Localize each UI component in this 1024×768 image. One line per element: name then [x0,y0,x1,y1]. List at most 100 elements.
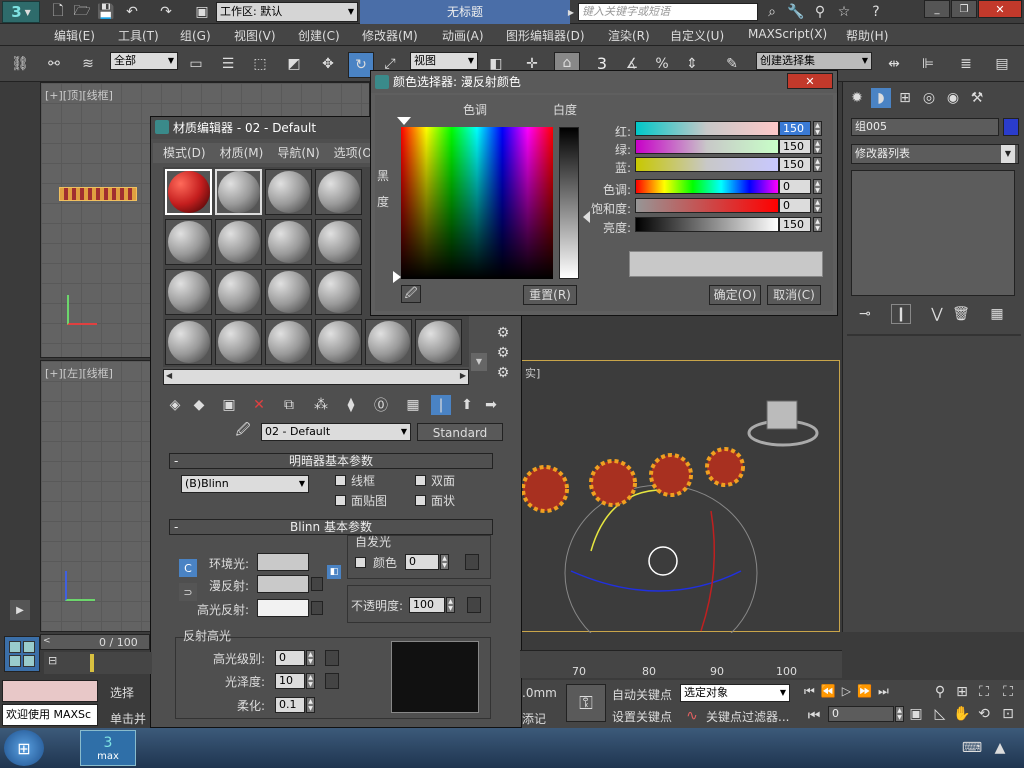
value-slider[interactable] [635,217,779,232]
diffuse-map-button[interactable] [311,577,323,591]
track-bar[interactable]: ⊟ [44,652,152,674]
frame-spinner[interactable]: ▲ ▼ [895,706,904,722]
menu-views[interactable]: 视图(V) [234,27,298,44]
zoom-extents-icon[interactable]: ⛶ [974,682,994,702]
restore-button[interactable]: ❐ [951,0,977,18]
lock-diffuse-button[interactable]: ⊃ [179,583,197,601]
menu-customize[interactable]: 自定义(U) [670,27,748,44]
ref-coord-dropdown[interactable]: 视图 ▼ [410,52,478,70]
red-slider[interactable] [635,121,779,136]
scroll-left-icon[interactable]: ◀ [166,371,172,380]
project-folder-icon[interactable]: ▣ [192,2,212,22]
self-illum-color-checkbox[interactable] [355,557,366,568]
zoom-extents-all-icon[interactable]: ⛶ [998,682,1018,702]
sample-slot[interactable] [215,219,262,265]
green-spinner[interactable]: ▲ ▼ [813,139,822,154]
selection-filter-dropdown[interactable]: 全部 ▼ [110,52,178,70]
copy-material-icon[interactable]: ⧉ [279,395,299,415]
unlink-icon[interactable]: ⚯ [44,54,64,74]
go-sibling-icon[interactable]: ➡ [481,395,501,415]
modifier-list-dropdown[interactable]: 修改器列表 ▼ [851,144,1019,164]
slots-h-scrollbar[interactable]: ◀ ▶ [163,369,469,385]
search-input[interactable]: 键入关键字或短语 [578,3,758,21]
glossiness-map-button[interactable] [325,673,339,689]
pan-icon[interactable]: ✋ [952,704,972,724]
specular-map-button[interactable] [311,601,323,615]
select-object-icon[interactable]: ▭ [186,54,206,74]
current-frame-input[interactable]: 0 [828,706,894,722]
color-picker-titlebar[interactable]: 颜色选择器: 漫反射颜色 [371,71,837,93]
save-icon[interactable]: 💾 [96,2,116,22]
menu-group[interactable]: 组(G) [180,27,234,44]
pin-stack-icon[interactable]: ⊸ [855,304,875,324]
binoculars-icon[interactable]: ⌕ [762,2,782,22]
layer-manager-icon[interactable]: ≣ [956,54,976,74]
star-icon[interactable]: ☆ [834,2,854,22]
face-map-checkbox[interactable] [335,495,346,506]
get-material-icon[interactable]: ◈ [165,395,185,415]
soften-spinner[interactable]: ▲ ▼ [306,697,315,713]
play-icon[interactable]: ▷ [842,684,851,702]
self-illum-input[interactable]: 0 [405,554,439,570]
sample-slot[interactable] [215,319,262,365]
menu-animation[interactable]: 动画(A) [442,27,506,44]
maxscript-listener[interactable]: 欢迎使用 MAXSc [2,704,98,726]
put-to-scene-icon[interactable]: ◆ [189,395,209,415]
sample-uv-icon[interactable]: ⚙ [493,363,513,383]
graphite-tools-icon[interactable]: ▤ [992,54,1012,74]
orbit-icon[interactable]: ⟲ [974,704,994,724]
glossiness-input[interactable]: 10 [275,673,305,689]
shader-dropdown[interactable]: (B)Blinn ▼ [181,475,309,493]
sample-slot[interactable] [265,169,312,215]
delete-icon[interactable]: ✕ [249,395,269,415]
hue-blackness-field[interactable] [401,127,553,279]
red-input[interactable]: 150 [779,121,811,136]
put-library-icon[interactable]: ⧫ [341,395,361,415]
expand-arrow-icon[interactable]: ▶ [566,4,576,20]
hue-spinner[interactable]: ▲ ▼ [813,179,822,194]
mat-menu-navigation[interactable]: 导航(N) [277,143,319,163]
time-slider[interactable]: < 0 / 100 [40,634,150,650]
configure-sets-icon[interactable]: ▦ [987,304,1007,324]
window-crossing-icon[interactable]: ◩ [284,54,304,74]
menu-edit[interactable]: 编辑(E) [54,27,118,44]
sample-slot[interactable] [165,169,212,215]
modify-tab-icon[interactable]: ◗ [871,88,891,108]
remove-modifier-icon[interactable]: 🗑 [951,304,971,324]
shader-rollout-header[interactable]: - 明暗器基本参数 [169,453,493,469]
saturation-spinner[interactable]: ▲ ▼ [813,198,822,213]
spec-level-map-button[interactable] [325,650,339,666]
opacity-map-button[interactable] [467,597,481,613]
blue-input[interactable]: 150 [779,157,811,172]
go-start-icon[interactable]: ⏮ [804,684,815,702]
glossiness-spinner[interactable]: ▲ ▼ [306,673,315,689]
sample-slot[interactable] [165,269,212,315]
menu-graph-editors[interactable]: 图形编辑器(D) [506,27,608,44]
ambient-swatch[interactable] [257,553,309,571]
menu-help[interactable]: 帮助(H) [846,27,906,44]
make-unique-icon[interactable]: ⁂ [311,395,331,415]
material-name-dropdown[interactable]: 02 - Default ▼ [261,423,411,441]
set-key-big-button[interactable]: ⚿ [566,684,606,722]
display-tab-icon[interactable]: ◉ [943,88,963,108]
menu-rendering[interactable]: 渲染(R) [608,27,670,44]
backlight-icon[interactable]: ⚙ [493,323,513,343]
green-slider[interactable] [635,139,779,154]
reset-button[interactable]: 重置(R) [523,285,577,305]
keyboard-tray-icon[interactable]: ⌨ [962,738,982,758]
mirror-icon[interactable]: ⇹ [884,54,904,74]
eyedropper-icon[interactable]: 🖉 [233,421,253,441]
maximize-viewport-icon[interactable]: ⊡ [998,704,1018,724]
two-sided-checkbox[interactable] [415,475,426,486]
blue-slider[interactable] [635,157,779,172]
viewport-perspective[interactable]: 实] [520,360,840,633]
saturation-slider[interactable] [635,198,779,213]
sample-slot[interactable] [215,269,262,315]
menu-tools[interactable]: 工具(T) [118,27,180,44]
minimize-button[interactable]: _ [924,0,950,18]
wire-checkbox[interactable] [335,475,346,486]
workspace-dropdown[interactable]: 工作区: 默认 ▼ [216,2,358,22]
lock-map-button[interactable]: ◧ [327,565,341,579]
redo-icon[interactable]: ↷ [156,2,176,22]
green-input[interactable]: 150 [779,139,811,154]
